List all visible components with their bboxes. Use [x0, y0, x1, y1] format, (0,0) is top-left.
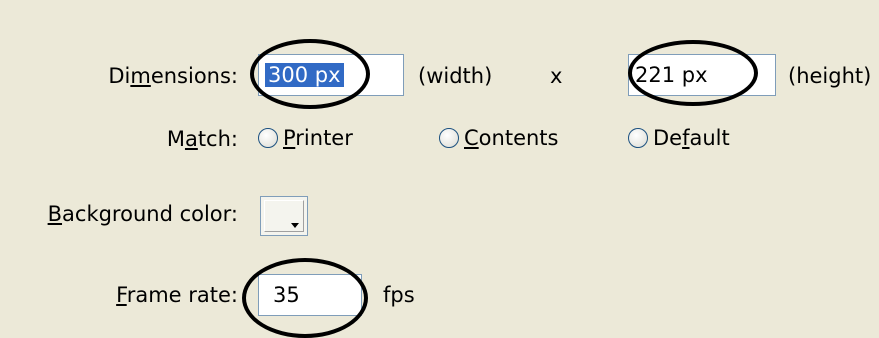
height-unit-label: (height): [788, 64, 872, 88]
frame-rate-highlight-circle: [242, 258, 368, 338]
frame-rate-unit-label: fps: [383, 283, 415, 307]
radio-button-icon: [628, 128, 648, 148]
dimensions-label: Dimensions:: [108, 64, 238, 88]
match-label: Match:: [166, 127, 238, 151]
match-default-label: Default: [653, 126, 730, 150]
radio-button-icon: [258, 128, 278, 148]
background-color-label: Background color:: [47, 202, 238, 226]
background-color-picker[interactable]: [260, 196, 308, 236]
dropdown-arrow-icon: [291, 223, 299, 228]
match-printer-label: Printer: [283, 126, 353, 150]
frame-rate-label: Frame rate:: [116, 283, 238, 307]
height-highlight-circle: [628, 40, 758, 106]
match-default-radio[interactable]: Default: [628, 126, 730, 150]
radio-button-icon: [439, 128, 459, 148]
match-contents-radio[interactable]: Contents: [439, 126, 558, 150]
dimensions-separator: x: [550, 64, 563, 88]
match-contents-label: Contents: [464, 126, 559, 150]
width-unit-label: (width): [418, 64, 493, 88]
match-printer-radio[interactable]: Printer: [258, 126, 353, 150]
width-highlight-circle: [250, 39, 370, 109]
